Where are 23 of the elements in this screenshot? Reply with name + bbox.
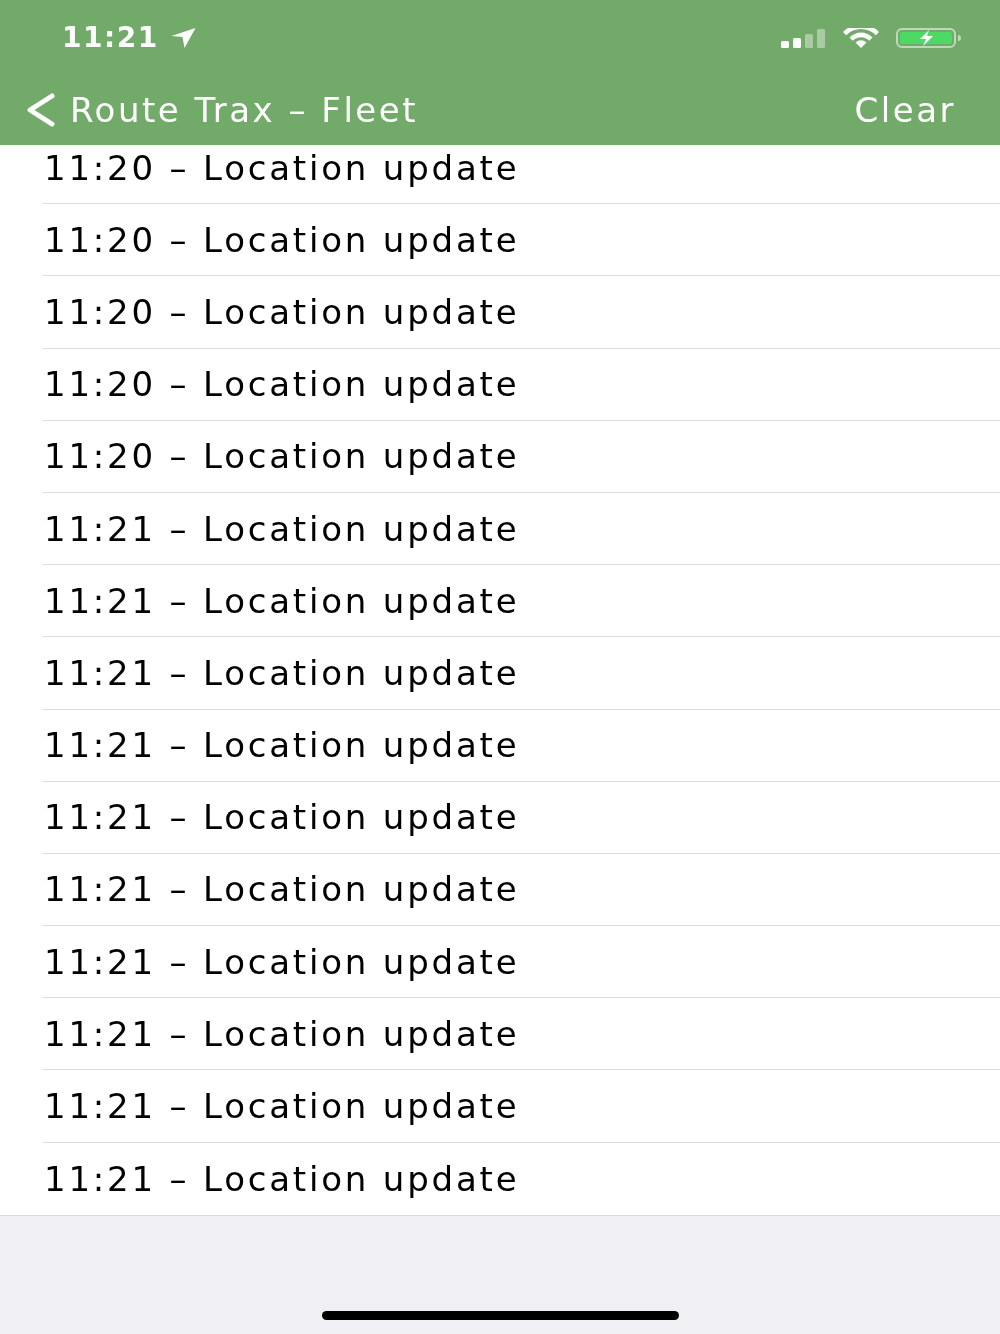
log-entry: 11:21 – Location update bbox=[44, 944, 520, 979]
log-entry: 11:21 – Location update bbox=[44, 511, 520, 546]
log-entry: 11:20 – Location update bbox=[44, 367, 520, 402]
log-entry: 11:20 – Location update bbox=[44, 439, 520, 474]
log-entry: 11:20 – Location update bbox=[44, 222, 520, 257]
log-entry: 11:21 – Location update bbox=[44, 583, 520, 618]
log-entry: 11:21 – Location update bbox=[44, 728, 520, 763]
log-entry: 11:20 – Location update bbox=[44, 150, 520, 185]
signal-bars-icon bbox=[781, 28, 826, 48]
log-entry: 11:20 – Location update bbox=[44, 294, 520, 329]
status-time: 11:21 bbox=[62, 24, 159, 52]
log-entry: 11:21 – Location update bbox=[44, 1161, 520, 1196]
log-entry: 11:21 – Location update bbox=[44, 1089, 520, 1124]
log-entry: 11:21 – Location update bbox=[44, 1016, 520, 1051]
back-button[interactable]: Route Trax – Fleet bbox=[24, 92, 418, 127]
battery-charging-icon bbox=[896, 28, 962, 48]
clear-button[interactable]: Clear bbox=[854, 92, 956, 127]
log-entry: 11:21 – Location update bbox=[44, 655, 520, 690]
log-entry: 11:21 – Location update bbox=[44, 800, 520, 835]
back-chevron-icon bbox=[24, 92, 56, 127]
location-arrow-icon bbox=[170, 28, 196, 48]
wifi-icon bbox=[841, 28, 881, 48]
log-entry: 11:21 – Location update bbox=[44, 872, 520, 907]
